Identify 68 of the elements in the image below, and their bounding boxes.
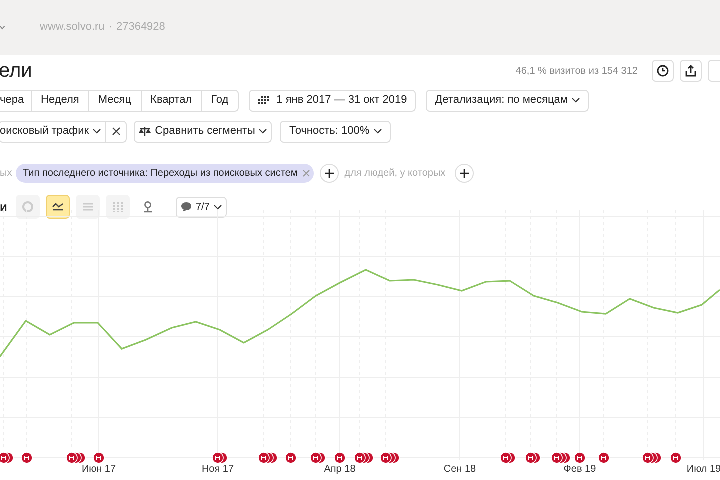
period-tab[interactable]: Квартал	[142, 90, 202, 112]
note-marker-icon[interactable]	[93, 452, 105, 464]
note-marker-icon[interactable]	[0, 452, 14, 464]
chevron-icon	[214, 204, 222, 210]
date-range-button[interactable]: 1 янв 2017 — 31 окт 2019	[248, 90, 416, 112]
speech-bubble-icon	[181, 202, 192, 212]
scales-icon	[139, 126, 152, 136]
share-icon	[685, 65, 697, 77]
bar-chart-icon	[112, 201, 124, 213]
note-marker-icon[interactable]	[310, 452, 326, 464]
detail-dropdown[interactable]: Детализация: по месяцам	[426, 90, 589, 112]
period-tab[interactable]: Год	[202, 90, 239, 112]
note-marker-icon[interactable]	[212, 452, 228, 464]
counter-id: 27364928	[116, 20, 166, 36]
accuracy-dropdown[interactable]: Точность: 100%	[280, 120, 391, 142]
axis-label: Фев 19	[564, 464, 596, 475]
export-button[interactable]	[680, 60, 702, 82]
chevron-icon	[93, 129, 102, 134]
axis-label: Сен 18	[444, 464, 476, 475]
chevron-icon	[374, 129, 382, 134]
history-button[interactable]	[652, 60, 674, 82]
note-marker-icon[interactable]	[258, 452, 278, 464]
pie-chart-icon	[22, 201, 34, 213]
add-filter-button[interactable]	[320, 164, 339, 182]
axis-label: Июн 17	[82, 464, 116, 475]
plus-icon	[460, 168, 469, 178]
chart-type-button[interactable]	[46, 195, 70, 219]
stacked-lines-icon	[82, 201, 94, 213]
chart-label: и	[0, 199, 8, 216]
add-filter-button[interactable]	[454, 164, 474, 182]
note-marker-icon[interactable]	[21, 452, 33, 464]
filter-text: ых	[0, 166, 14, 180]
note-marker-icon[interactable]	[551, 452, 571, 464]
report-title: ели	[0, 59, 32, 84]
visits-summary: 46,1 % визитов из 154 312	[516, 64, 638, 78]
chevron-icon[interactable]	[0, 26, 5, 30]
site-address: www.solvo.ru	[40, 20, 105, 36]
segment-dropdown[interactable]: оисковый трафик	[0, 120, 106, 142]
notes-dropdown[interactable]: 7/7	[176, 196, 227, 218]
chevron-icon	[259, 129, 268, 134]
period-tab[interactable]: Месяц	[89, 90, 142, 112]
filter-chip[interactable]: Тип последнего источника: Переходы из поисковых систем	[16, 164, 314, 182]
clock-icon	[657, 65, 669, 77]
note-marker-icon[interactable]	[598, 452, 610, 464]
note-marker-icon[interactable]	[574, 452, 586, 464]
note-marker-icon[interactable]	[380, 452, 400, 464]
chevron-icon	[572, 98, 580, 103]
axis-label: Ноя 17	[202, 464, 234, 475]
calendar-grid-icon	[258, 96, 269, 105]
note-marker-icon[interactable]	[500, 452, 516, 464]
note-marker-icon[interactable]	[525, 452, 541, 464]
note-marker-icon[interactable]	[642, 452, 662, 464]
separator-dot: ·	[108, 20, 112, 36]
note-marker-icon[interactable]	[285, 452, 297, 464]
period-tab[interactable]: Неделя	[32, 90, 90, 112]
clear-segment-button[interactable]	[106, 120, 128, 142]
line-chart-icon	[52, 201, 64, 213]
compare-segments-button[interactable]: Сравнить сегменты	[134, 120, 272, 142]
period-tab[interactable]: чера	[0, 90, 32, 112]
axis-label: Апр 18	[324, 464, 356, 475]
note-marker-icon[interactable]	[670, 452, 682, 464]
filter-text: для людей, у которых	[344, 166, 446, 180]
map-pin-icon	[142, 201, 154, 213]
note-marker-icon[interactable]	[334, 452, 346, 464]
note-marker-icon[interactable]	[66, 452, 86, 464]
note-marker-icon[interactable]	[354, 452, 374, 464]
close-icon	[112, 127, 121, 136]
plus-icon	[324, 168, 334, 178]
